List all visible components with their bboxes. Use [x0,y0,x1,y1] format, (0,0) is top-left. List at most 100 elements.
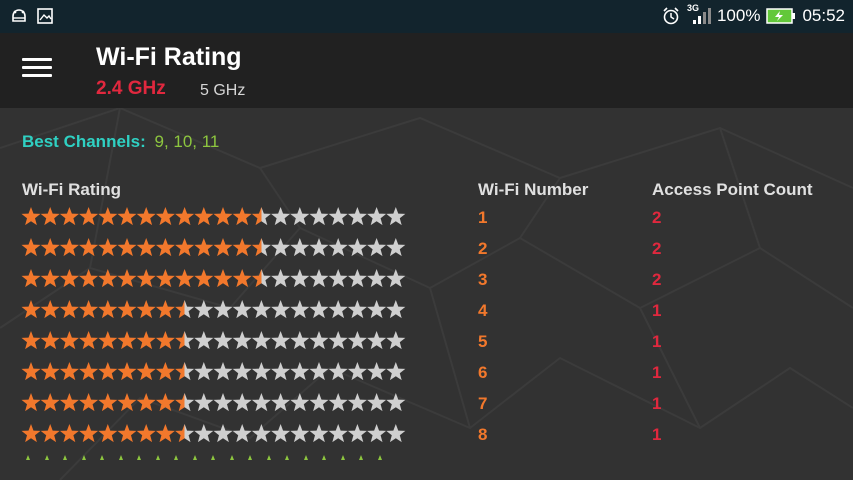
best-channels-value: 9, 10, 11 [154,132,220,151]
star-filled-icon [40,331,60,350]
star-filled-icon [136,424,156,443]
star-empty-icon [347,331,367,350]
star-empty-icon [271,207,291,226]
star-filled-icon [175,207,195,226]
rating-row[interactable]: 51 [0,327,853,358]
partial-row-mark [174,455,178,460]
header-wifi-number: Wi-Fi Number [478,180,589,199]
star-filled-icon [155,362,175,381]
star-empty-icon [194,300,214,319]
star-filled-icon [194,207,214,226]
star-filled-icon [21,300,41,319]
star-rating [21,424,406,443]
partial-row-mark [192,455,197,460]
star-empty-icon [309,424,329,443]
star-filled-icon [136,362,156,381]
star-rating [21,393,406,412]
star-half-icon [251,207,271,226]
hamburger-icon-line [22,58,52,61]
star-empty-icon [290,238,310,257]
star-filled-icon [175,269,195,288]
star-empty-icon [213,300,233,319]
star-empty-icon [290,393,310,412]
star-empty-icon [309,393,329,412]
rating-row[interactable]: 81 [0,420,853,451]
star-empty-icon [271,424,291,443]
star-empty-icon [271,393,291,412]
tab-2-4-ghz[interactable]: 2.4 GHz [96,78,166,100]
page-title: Wi-Fi Rating [96,43,242,71]
star-filled-icon [98,424,118,443]
scroll-indicator-row [26,455,382,460]
rating-row[interactable]: 22 [0,234,853,265]
wifi-number: 3 [478,270,488,289]
star-empty-icon [328,362,348,381]
header-wifi-rating: Wi-Fi Rating [22,180,121,199]
star-half-icon [175,424,195,443]
star-filled-icon [79,362,99,381]
star-filled-icon [117,300,137,319]
partial-row-mark [100,455,104,460]
partial-row-mark [322,455,326,460]
wifi-number: 5 [478,332,488,351]
rating-row[interactable]: 41 [0,296,853,327]
star-filled-icon [21,207,41,226]
app-bar: Wi-Fi Rating 2.4 GHz 5 GHz [0,33,853,108]
hamburger-icon-line [22,74,52,77]
partial-row-mark [44,455,49,460]
menu-button[interactable] [22,58,52,82]
star-empty-icon [328,424,348,443]
star-filled-icon [40,238,60,257]
star-filled-icon [136,238,156,257]
star-filled-icon [155,300,175,319]
star-empty-icon [290,331,310,350]
star-filled-icon [213,238,233,257]
star-empty-icon [251,331,271,350]
star-empty-icon [386,424,406,443]
star-empty-icon [232,393,252,412]
star-filled-icon [79,269,99,288]
star-filled-icon [117,393,137,412]
star-rating [21,238,406,257]
star-filled-icon [79,424,99,443]
partial-row-mark [285,455,289,460]
star-filled-icon [136,393,156,412]
star-filled-icon [98,331,118,350]
star-empty-icon [328,393,348,412]
star-filled-icon [155,207,175,226]
star-filled-icon [117,207,137,226]
star-filled-icon [79,238,99,257]
partial-row-mark [137,455,141,460]
star-empty-icon [271,331,291,350]
wifi-number: 4 [478,301,488,320]
star-empty-icon [290,269,310,288]
star-filled-icon [117,331,137,350]
rating-row[interactable]: 32 [0,265,853,296]
rating-row[interactable]: 71 [0,389,853,420]
star-empty-icon [290,362,310,381]
image-icon [36,7,54,25]
star-filled-icon [79,207,99,226]
star-filled-icon [98,238,118,257]
partial-row-mark [359,455,363,460]
tab-5-ghz[interactable]: 5 GHz [200,82,245,100]
star-empty-icon [213,393,233,412]
star-empty-icon [328,269,348,288]
rating-row[interactable]: 12 [0,203,853,234]
star-filled-icon [98,300,118,319]
star-filled-icon [117,269,137,288]
star-filled-icon [59,238,79,257]
clock: 05:52 [802,6,845,25]
star-rating [21,300,406,319]
star-filled-icon [117,238,137,257]
signal-icon: 3G [687,3,711,26]
rating-row[interactable]: 61 [0,358,853,389]
star-empty-icon [328,238,348,257]
star-empty-icon [194,331,214,350]
star-half-icon [175,393,195,412]
star-empty-icon [386,269,406,288]
partial-row-mark [377,455,382,460]
star-empty-icon [194,362,214,381]
star-half-icon [251,238,271,257]
star-empty-icon [271,238,291,257]
